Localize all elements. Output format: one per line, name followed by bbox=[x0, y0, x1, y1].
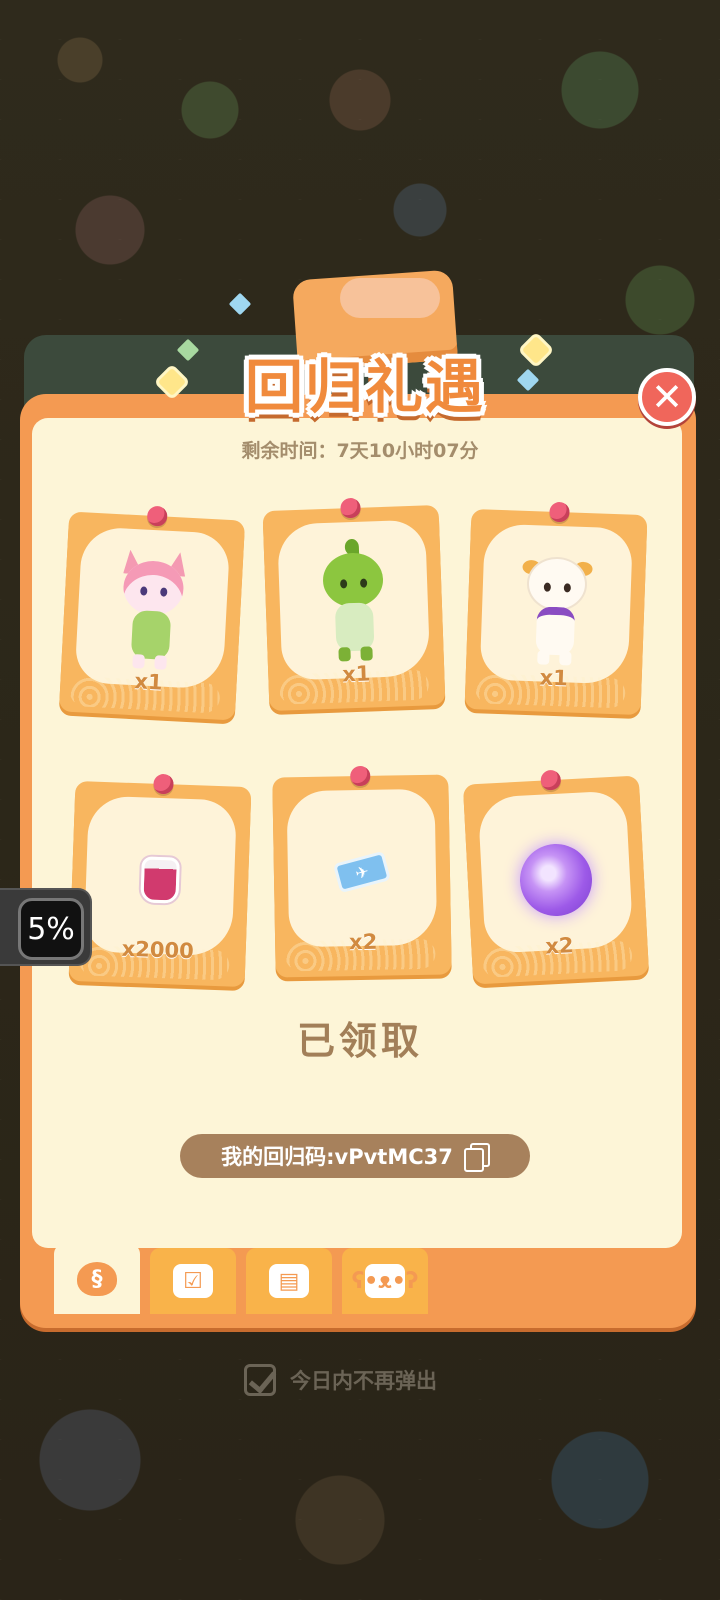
copy-icon bbox=[463, 1143, 490, 1172]
checkbox-checked-icon[interactable] bbox=[244, 1364, 276, 1396]
reward-card[interactable]: x2000 bbox=[68, 773, 252, 988]
pin-icon bbox=[340, 497, 361, 519]
progress-percent: 5% bbox=[18, 898, 84, 960]
floating-progress-widget[interactable]: 5% bbox=[0, 888, 92, 966]
white-sheep-character-icon bbox=[519, 555, 593, 668]
pin-icon bbox=[350, 765, 371, 787]
task-board-icon: ▤ bbox=[269, 1264, 309, 1298]
reward-card[interactable]: x1 bbox=[262, 497, 446, 712]
dont-show-today-toggle[interactable]: 今日内不再弹出 bbox=[244, 1362, 437, 1398]
reward-card[interactable]: x2 bbox=[462, 769, 650, 985]
reward-card[interactable]: x1 bbox=[464, 501, 648, 716]
return-code-copy-button[interactable]: 我的回归码:vPvtMC37 bbox=[180, 1134, 530, 1178]
bow-decoration bbox=[340, 278, 440, 318]
money-bag-icon: § bbox=[77, 1262, 117, 1296]
pin-icon bbox=[146, 505, 168, 527]
tab-tasks[interactable]: ▤ bbox=[246, 1248, 332, 1314]
tab-gift-bag[interactable]: § bbox=[54, 1244, 140, 1314]
reward-qty: x2 bbox=[348, 929, 378, 955]
reward-card[interactable]: ✈ x2 bbox=[272, 765, 452, 978]
dont-show-today-label: 今日内不再弹出 bbox=[290, 1369, 437, 1393]
claimed-status: 已领取 bbox=[296, 1019, 423, 1063]
tab-checklist[interactable]: ☑ bbox=[150, 1248, 236, 1314]
checklist-icon: ☑ bbox=[173, 1264, 213, 1298]
reward-card[interactable]: x1 bbox=[58, 505, 246, 721]
pink-cat-character-icon bbox=[114, 559, 190, 673]
page-title: 回归礼遇 bbox=[244, 353, 485, 421]
pin-icon bbox=[549, 501, 570, 523]
pin-icon bbox=[540, 769, 562, 791]
jam-jar-icon bbox=[140, 856, 180, 904]
pin-icon bbox=[153, 773, 174, 795]
green-sprout-bear-character-icon bbox=[317, 538, 391, 664]
purple-orb-icon bbox=[518, 842, 594, 918]
return-code-text: 我的回归码:vPvtMC37 bbox=[221, 1145, 453, 1169]
close-icon: ✕ bbox=[651, 375, 683, 419]
tab-mascot[interactable]: ʕ•ᴥ•ʔ bbox=[342, 1248, 428, 1314]
remaining-time: 剩余时间：7天10小时07分 bbox=[241, 440, 479, 462]
close-button[interactable]: ✕ bbox=[638, 368, 696, 426]
bear-mascot-icon: ʕ•ᴥ•ʔ bbox=[352, 1264, 418, 1298]
